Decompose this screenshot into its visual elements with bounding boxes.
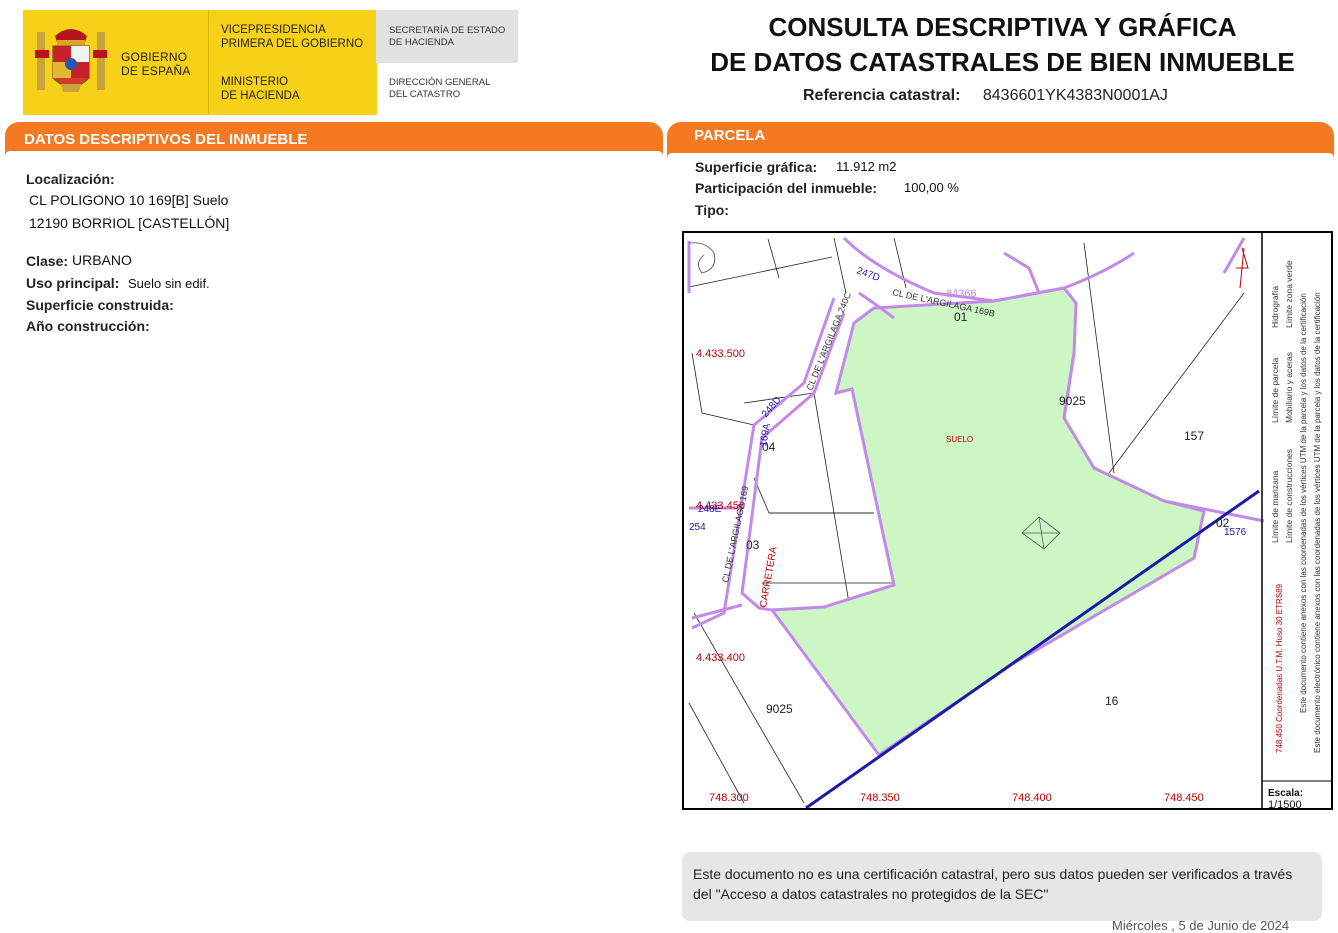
x-coord-3: 748.400 [1012,792,1052,804]
coat-of-arms-icon [35,29,107,92]
localizacion-line-2: 12190 BORRIOL [CASTELLÓN] [29,215,230,231]
legend-anexos-note: Este documento contiene anexos con las c… [1299,293,1308,713]
ref-label: Referencia catastral: [803,87,961,104]
ministerio-label: MINISTERIO DE HACIENDA [221,76,300,102]
contour-shape [688,242,716,274]
verification-note: Este documento no es una certificación c… [682,852,1322,921]
parcel-map: Límite de manzana Límite de parcela Hidr… [682,231,1333,810]
label-84366: 84366 [946,288,977,300]
document-title: CONSULTA DESCRIPTIVA Y GRÁFICA DE DATOS … [700,10,1305,80]
label-1576: 1576 [1224,527,1247,538]
legend-parcela: Límite de parcela [1270,358,1280,423]
uso-label: Uso principal: [26,275,120,291]
clase-label: Clase: [26,253,69,269]
suelo-label: SUELO [946,435,973,444]
sup-grafica-value: 11.912 m2 [836,159,897,174]
participacion-value: 100,00 % [904,180,959,195]
y-coord-1: 4.433.500 [696,348,745,360]
legend-hidrografia: Hidrografía [1270,286,1280,328]
secretaria-label: SECRETARÍA DE ESTADO DE HACIENDA [389,25,506,48]
verification-note-text: Este documento no es una certificación c… [693,866,1293,902]
parcel-polygon [769,286,1206,758]
parcel-number-9025-south: 9025 [766,702,793,716]
parcel-map-svg: Límite de manzana Límite de parcela Hidr… [687,233,1331,808]
legend-zona-verde: Límite zona verde [1284,260,1294,328]
x-coord-2: 748.350 [860,792,900,804]
scale-label: Escala: [1268,788,1303,799]
north-arrow-icon [1236,247,1249,289]
legend-utm-note: 748.450 Coordenadas U.T.M. Huso 30 ETRS8… [1275,583,1284,753]
cadastral-reference: Referencia catastral: 8436601YK4383N0001… [803,87,1168,105]
x-coord-1: 748.300 [709,792,749,804]
participacion-label: Participación del inmueble: [695,180,878,196]
legend-electronic-note: Este documento electrónico contiene anex… [1313,292,1322,753]
sup-construida-label: Superficie construida: [26,297,174,313]
legend-manzana: Límite de manzana [1270,470,1280,543]
legend-construcciones: Límite de construcciones [1284,449,1294,543]
vicepresidencia-label: VICEPRESIDENCIA PRIMERA DEL GOBIERNO [221,24,364,50]
scale-value: 1/1500 [1268,799,1302,808]
title-line-1: CONSULTA DESCRIPTIVA Y GRÁFICA [768,12,1237,42]
anio-construccion-label: Año construcción: [26,318,150,334]
label-248d: 248D [760,395,784,420]
y-coord-3: 4.433.400 [696,652,745,664]
parcela-header-label: PARCELA [694,127,766,144]
descriptive-section-header: DATOS DESCRIPTIVOS DEL INMUEBLE [5,122,663,156]
localizacion-label: Localización: [26,171,115,187]
clase-value: URBANO [72,252,132,268]
uso-value: Suelo sin edif. [128,276,210,291]
document-date: Miércoles , 5 de Junio de 2024 [1112,918,1290,933]
gobierno-label: GOBIERNO DE ESPAÑA [121,50,191,78]
government-logo-block: GOBIERNO DE ESPAÑA VICEPRESIDENCIA PRIMERA… [23,10,518,115]
x-coord-4: 748.450 [1164,792,1204,804]
parcel-number-9025-north: 9025 [1059,394,1086,408]
label-248e: 248E [698,504,722,515]
parcel-number-03: 03 [746,538,760,552]
road-label: CARRETERA [758,546,780,609]
tipo-label: Tipo: [695,202,729,218]
localizacion-line-1: CL POLIGONO 10 169[B] Suelo [29,192,229,208]
ref-value: 8436601YK4383N0001AJ [982,87,1168,104]
parcel-number-157: 157 [1184,429,1204,443]
descriptive-header-label: DATOS DESCRIPTIVOS DEL INMUEBLE [24,131,308,148]
direccion-label: DIRECCIÓN GENERAL DEL CATASTRO [389,77,491,100]
label-254: 254 [689,522,706,533]
legend-mobiliario: Mobiliario y aceras [1284,352,1294,423]
parcela-section-header: PARCELA [667,122,1334,158]
parcel-number-16: 16 [1105,694,1119,708]
label-247d: 247D [855,265,881,284]
legend: Límite de manzana Límite de parcela Hidr… [1268,260,1322,808]
title-line-2: DE DATOS CATASTRALES DE BIEN INMUEBLE [710,47,1295,77]
sup-grafica-label: Superficie gráfica: [695,159,818,175]
